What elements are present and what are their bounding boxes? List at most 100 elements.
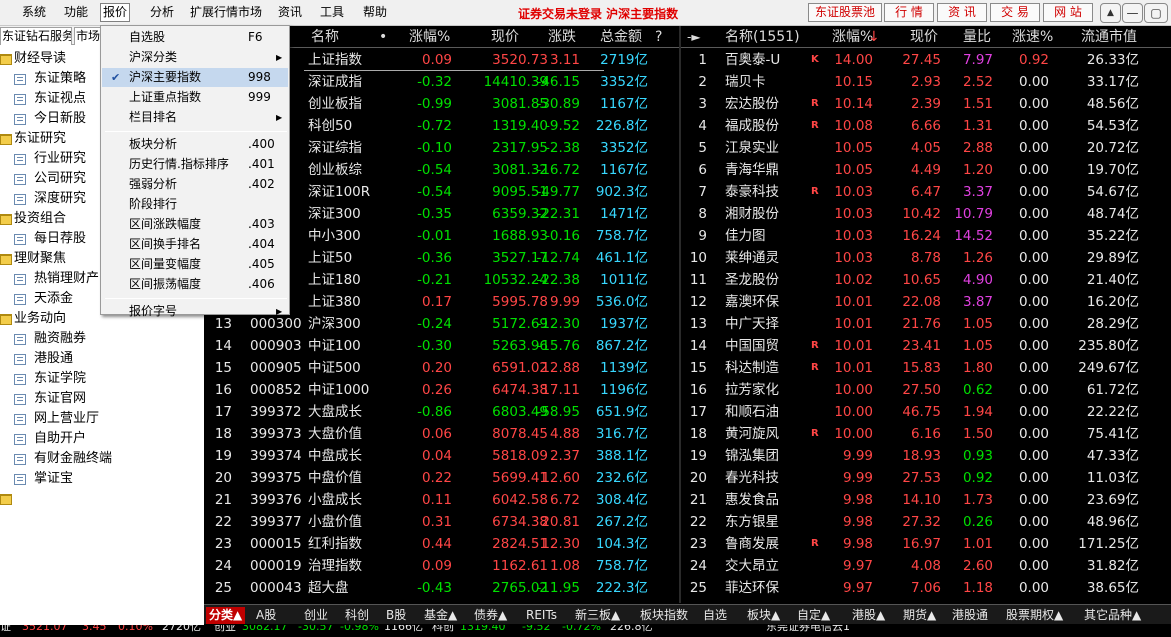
stock-name[interactable]: 鲁商发展 (725, 533, 779, 555)
tab-bottom-item[interactable]: 港股通 (952, 607, 988, 624)
stock-name[interactable]: 嘉澳环保 (725, 291, 779, 313)
index-name[interactable]: 红利指数 (308, 533, 362, 555)
stock-row[interactable]: 5 江泉实业 10.05 4.05 2.88 0.00 20.72亿 (681, 137, 1171, 159)
menu-function[interactable]: 功能 (62, 4, 90, 23)
stock-name[interactable]: 菲达环保 (725, 577, 779, 599)
menu-news[interactable]: 资讯 (276, 4, 304, 23)
tab-bottom-item[interactable]: 分类▲ (206, 607, 246, 624)
tab-bottom-item[interactable]: 基金▲ (424, 607, 457, 624)
index-row[interactable]: 15 000905 中证500 0.20 6591.02 12.88 1139亿 (204, 357, 679, 379)
stock-row[interactable]: 13 中广天择 10.01 21.76 1.05 0.00 28.29亿 (681, 313, 1171, 335)
tab-bottom-item[interactable]: 其它品种▲ (1084, 607, 1141, 624)
tab-bottom-item[interactable]: 股票期权▲ (1006, 607, 1063, 624)
menu-analysis[interactable]: 分析 (148, 4, 176, 23)
maximize-icon[interactable]: ▢ (1144, 3, 1168, 23)
col-pct-header[interactable]: 涨幅% (409, 27, 450, 48)
index-name[interactable]: 上证50 (308, 247, 352, 269)
menu-quotes[interactable]: 报价 (100, 3, 131, 22)
col-amount-header[interactable]: 总金额 (600, 27, 642, 48)
stock-row[interactable]: 23 鲁商发展 R 9.98 16.97 1.01 0.00 171.25亿 (681, 533, 1171, 555)
stock-row[interactable]: 3 宏达股份 R 10.14 2.39 1.51 0.00 48.56亿 (681, 93, 1171, 115)
stock-row[interactable]: 9 佳力图 10.03 16.24 14.52 0.00 35.22亿 (681, 225, 1171, 247)
collapse-icon[interactable]: ▲ (1100, 3, 1121, 23)
dropdown-item[interactable]: 区间量变幅度 .405 (102, 255, 288, 274)
index-row[interactable]: 23 000015 红利指数 0.44 2824.51 12.30 104.3亿 (204, 533, 679, 555)
stock-name[interactable]: 佳力图 (725, 225, 766, 247)
stock-name[interactable]: 交大昂立 (725, 555, 779, 577)
stock-name[interactable]: 瑞贝卡 (725, 71, 766, 93)
index-name[interactable]: 小盘成长 (308, 489, 362, 511)
tab-bottom-item[interactable]: 期货▲ (903, 607, 936, 624)
tab-bottom-item[interactable]: A股 (256, 607, 276, 624)
index-row[interactable]: 22 399377 小盘价值 0.31 6734.38 20.81 267.2亿 (204, 511, 679, 533)
dropdown-item[interactable]: 区间涨跌幅度 .403 (102, 215, 288, 234)
stock-name[interactable]: 春光科技 (725, 467, 779, 489)
stock-row[interactable]: 16 拉芳家化 10.00 27.50 0.62 0.00 61.72亿 (681, 379, 1171, 401)
col-float-cap-header[interactable]: 流通市值 (1081, 27, 1137, 48)
index-row[interactable]: 18 399373 大盘价值 0.06 8078.45 4.88 316.7亿 (204, 423, 679, 445)
menu-system[interactable]: 系统 (20, 4, 48, 23)
dropdown-item[interactable]: 栏目排名 ▶ (102, 108, 288, 127)
index-name[interactable]: 深证成指 (308, 71, 362, 93)
dropdown-item[interactable]: 强弱分析 .402 (102, 175, 288, 194)
dropdown-item[interactable]: 沪深分类 ▶ (102, 48, 288, 67)
stock-row[interactable]: 6 青海华鼎 10.05 4.49 1.20 0.00 19.70亿 (681, 159, 1171, 181)
stock-row[interactable]: 14 中国国贸 R 10.01 23.41 1.05 0.00 235.80亿 (681, 335, 1171, 357)
tab-bottom-item[interactable]: B股 (386, 607, 406, 624)
col-speed-header[interactable]: 涨速% (1012, 27, 1053, 48)
dropdown-item[interactable]: 区间振荡幅度 .406 (102, 275, 288, 294)
stock-name[interactable]: 锦泓集团 (725, 445, 779, 467)
index-name[interactable]: 上证指数 (308, 49, 362, 71)
stock-name[interactable]: 江泉实业 (725, 137, 779, 159)
col-volume-ratio-header[interactable]: 量比 (963, 27, 991, 48)
stock-row[interactable]: 18 黄河旋风 R 10.00 6.16 1.50 0.00 75.41亿 (681, 423, 1171, 445)
stock-row[interactable]: 10 莱绅通灵 10.03 8.78 1.26 0.00 29.89亿 (681, 247, 1171, 269)
stock-name[interactable]: 湘财股份 (725, 203, 779, 225)
index-name[interactable]: 小盘价值 (308, 511, 362, 533)
tab-market[interactable]: 市场 (74, 27, 102, 45)
dropdown-item[interactable]: ✔ 沪深主要指数 998 (102, 68, 288, 87)
dropdown-item[interactable]: 板块分析 .400 (102, 135, 288, 154)
index-row[interactable]: 16 000852 中证1000 0.26 6474.38 17.11 1196亿 (204, 379, 679, 401)
menu-extended-markets[interactable]: 扩展行情市场 (188, 4, 264, 23)
col-stock-name-header[interactable]: 名称(1551) (725, 27, 800, 48)
stock-row[interactable]: 20 春光科技 9.99 27.53 0.92 0.00 11.03亿 (681, 467, 1171, 489)
help-icon[interactable]: ? (655, 27, 662, 48)
dropdown-item[interactable]: 阶段排行 (102, 195, 288, 214)
stock-row[interactable]: 1 百奥泰-U K 14.00 27.45 7.97 0.92 26.33亿 (681, 49, 1171, 71)
stock-row[interactable]: 4 福成股份 R 10.08 6.66 1.31 0.00 54.53亿 (681, 115, 1171, 137)
tab-bottom-item[interactable]: 港股▲ (852, 607, 885, 624)
index-row[interactable]: 14 000903 中证100 -0.30 5263.96 -15.76 867.2亿 (204, 335, 679, 357)
index-name[interactable]: 中证1000 (308, 379, 369, 401)
news-button[interactable]: 资 讯 (937, 3, 987, 22)
stock-name[interactable]: 拉芳家化 (725, 379, 779, 401)
index-name[interactable]: 中小300 (308, 225, 361, 247)
col-name-header[interactable]: 名称 (311, 27, 339, 48)
stock-name[interactable]: 圣龙股份 (725, 269, 779, 291)
stock-row[interactable]: 8 湘财股份 10.03 10.42 10.79 0.00 48.74亿 (681, 203, 1171, 225)
tab-bottom-item[interactable]: 新三板▲ (575, 607, 620, 624)
index-name[interactable]: 超大盘 (308, 577, 349, 599)
index-name[interactable]: 上证380 (308, 291, 361, 313)
index-name[interactable]: 深证300 (308, 203, 361, 225)
index-name[interactable]: 创业板指 (308, 93, 362, 115)
stock-row[interactable]: 15 科达制造 R 10.01 15.83 1.80 0.00 249.67亿 (681, 357, 1171, 379)
stock-name[interactable]: 百奥泰-U (725, 49, 780, 71)
stock-name[interactable]: 青海华鼎 (725, 159, 779, 181)
dropdown-item[interactable]: 历史行情.指标排序 .401 (102, 155, 288, 174)
menu-help[interactable]: 帮助 (361, 4, 389, 23)
index-name[interactable]: 大盘价值 (308, 423, 362, 445)
index-name[interactable]: 深证100R (308, 181, 370, 203)
index-row[interactable]: 17 399372 大盘成长 -0.86 6803.49 -58.95 651.9亿 (204, 401, 679, 423)
minimize-icon[interactable]: — (1122, 3, 1143, 23)
stock-row[interactable]: 25 菲达环保 9.97 7.06 1.18 0.00 38.65亿 (681, 577, 1171, 599)
stock-name[interactable]: 科达制造 (725, 357, 779, 379)
stock-name[interactable]: 东方银星 (725, 511, 779, 533)
stock-pool-button[interactable]: 东证股票池 (808, 3, 882, 22)
pin-icon[interactable]: -► (687, 27, 701, 48)
col-price-header[interactable]: 现价 (491, 27, 519, 48)
index-row[interactable]: 25 000043 超大盘 -0.43 2765.02 -11.95 222.3亿 (204, 577, 679, 599)
index-row[interactable]: 20 399375 中盘价值 0.22 5699.41 12.60 232.6亿 (204, 467, 679, 489)
index-row[interactable]: 21 399376 小盘成长 0.11 6042.58 6.72 308.4亿 (204, 489, 679, 511)
index-name[interactable]: 治理指数 (308, 555, 362, 577)
